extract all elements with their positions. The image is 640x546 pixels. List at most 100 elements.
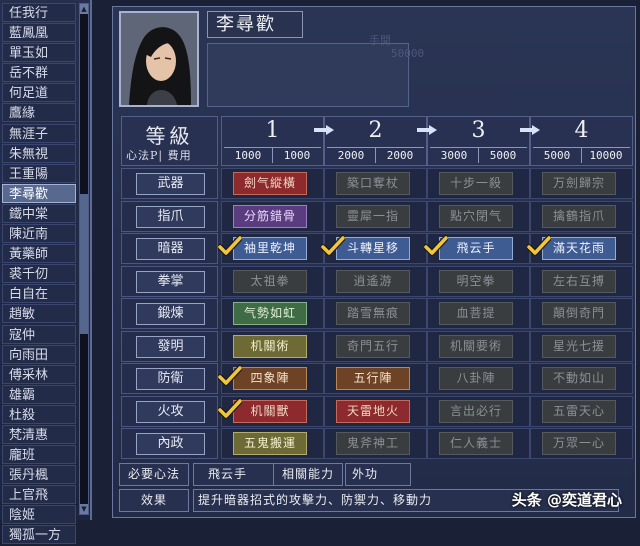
character-list-item[interactable]: 藍鳳凰 (2, 23, 76, 43)
character-list-item[interactable]: 何足道 (2, 83, 76, 103)
category-label[interactable]: 武器 (136, 173, 205, 195)
category-cell: 指爪 (121, 200, 218, 232)
category-label[interactable]: 指爪 (136, 205, 205, 228)
character-list-item[interactable]: 鐵中棠 (2, 203, 76, 223)
skill-button[interactable]: 奇門五行 (336, 334, 410, 358)
watermark: 头条 @奕道君心 (511, 491, 622, 509)
skill-button[interactable]: 五鬼搬運 (233, 432, 307, 455)
scroll-down-icon[interactable]: ▼ (80, 504, 88, 514)
skill-button[interactable]: 逍遙游 (336, 269, 410, 293)
skill-button[interactable]: 築口奪杖 (336, 172, 410, 195)
checkmark-icon (321, 235, 345, 256)
skill-button[interactable]: 劍气縱橫 (233, 172, 307, 195)
skill-button[interactable]: 机關術 (233, 334, 307, 358)
character-list-item[interactable]: 陳近南 (2, 224, 76, 244)
scrollbar-thumb[interactable] (80, 194, 88, 334)
skill-button[interactable]: 气勢如虹 (233, 302, 307, 325)
skill-button[interactable]: 血菩提 (439, 302, 513, 325)
skill-cell: 斗轉星移 (321, 233, 427, 264)
character-list-item[interactable]: 王重陽 (2, 163, 76, 183)
character-list-item[interactable]: 裘千仞 (2, 264, 76, 284)
character-list-item[interactable]: 上官飛 (2, 485, 76, 505)
category-label[interactable]: 火攻 (136, 400, 205, 423)
level-column-header: 3 3000 5000 (427, 116, 530, 166)
character-list-item[interactable]: 李尋歡 (2, 183, 76, 203)
character-list-item[interactable]: 傅采林 (2, 364, 76, 384)
skill-button[interactable]: 飛云手 (439, 237, 513, 260)
character-list-item[interactable]: 單玉如 (2, 43, 76, 63)
skill-button[interactable]: 万眾一心 (542, 432, 616, 455)
scroll-up-icon[interactable]: ▲ (80, 4, 88, 14)
skill-button[interactable]: 靈犀一指 (336, 204, 410, 228)
character-list-item[interactable]: 白自在 (2, 284, 76, 304)
faded-value: 50000 (391, 47, 425, 60)
level-costs: 2000 2000 (327, 147, 424, 163)
category-label[interactable]: 發明 (136, 335, 205, 358)
skill-button[interactable]: 擒鶴指爪 (542, 204, 616, 228)
character-list-item[interactable]: 無涯子 (2, 123, 76, 143)
faded-label: 手開 (369, 34, 391, 47)
skill-button[interactable]: 万劍歸宗 (542, 172, 616, 195)
character-list-item[interactable]: 鷹緣 (2, 103, 76, 123)
skill-cell: 机關要術 (427, 330, 530, 362)
character-list-item[interactable]: 梵清惠 (2, 424, 76, 444)
skill-cell: 机關術 (221, 330, 324, 362)
skill-cell: 四象陣 (218, 363, 324, 394)
skill-button[interactable]: 分筋錯骨 (233, 204, 307, 228)
skill-cell: 十步一殺 (427, 168, 530, 199)
character-list-item[interactable]: 岳不群 (2, 63, 76, 83)
character-list-item[interactable]: 趙敏 (2, 304, 76, 324)
skill-cell: 五行陣 (324, 363, 427, 394)
character-list-item[interactable]: 雄霸 (2, 384, 76, 404)
skill-button[interactable]: 星光七援 (542, 334, 616, 358)
skill-cell: 袖里乾坤 (218, 233, 324, 264)
character-list-item[interactable]: 黃藥師 (2, 244, 76, 264)
skill-button[interactable]: 踏雪無痕 (336, 302, 410, 325)
skill-button[interactable]: 斗轉星移 (336, 237, 410, 260)
scrollbar[interactable]: ▲ ▼ (79, 3, 89, 515)
skill-cell: 擒鶴指爪 (530, 200, 633, 232)
character-list-item[interactable]: 龐班 (2, 445, 76, 465)
skill-button[interactable]: 天雷地火 (336, 399, 410, 423)
skill-cell: 万眾一心 (530, 428, 633, 459)
skill-button[interactable]: 机關獸 (233, 399, 307, 423)
character-list-item[interactable]: 向雨田 (2, 344, 76, 364)
skill-button[interactable]: 八卦陣 (439, 367, 513, 390)
skill-button[interactable]: 滿天花雨 (542, 237, 616, 260)
skill-button[interactable]: 太祖拳 (233, 269, 307, 293)
character-list-item[interactable]: 任我行 (2, 3, 76, 22)
skill-cell: 万劍歸宗 (530, 168, 633, 199)
required-skill-value: 飛云手 (193, 463, 275, 486)
skill-button[interactable]: 點穴閉气 (439, 204, 513, 228)
skill-button[interactable]: 机關要術 (439, 334, 513, 358)
skill-button[interactable]: 五行陣 (336, 367, 410, 390)
category-label[interactable]: 鍛煉 (136, 303, 205, 325)
skill-cell: 踏雪無痕 (324, 298, 427, 329)
level-header: 等級 心法P| 費用 (121, 116, 218, 166)
category-label[interactable]: 防衛 (136, 368, 205, 390)
skill-button[interactable]: 鬼斧神工 (336, 432, 410, 455)
skill-button[interactable]: 袖里乾坤 (233, 237, 307, 260)
character-list-item[interactable]: 獨孤一方 (2, 525, 76, 545)
skill-button[interactable]: 左右互搏 (542, 269, 616, 293)
skill-button[interactable]: 十步一殺 (439, 172, 513, 195)
skill-button[interactable]: 顛倒奇門 (542, 302, 616, 325)
category-label[interactable]: 內政 (136, 433, 205, 455)
skill-button[interactable]: 不動如山 (542, 367, 616, 390)
character-list-panel: 任我行 藍鳳凰 單玉如 岳不群 何足道 鷹緣 無涯子 朱無視 王重陽 李尋歡 鐵中棠 陳近南 黃藥師 裘千… (0, 0, 92, 545)
character-list-item[interactable]: 朱無視 (2, 143, 76, 163)
skill-cell: 鬼斧神工 (324, 428, 427, 459)
category-label[interactable]: 暗器 (136, 238, 205, 260)
skill-button[interactable]: 明空拳 (439, 269, 513, 293)
skill-button[interactable]: 五雷天心 (542, 399, 616, 423)
character-list-item[interactable]: 陰姬 (2, 505, 76, 525)
skill-cell: 血菩提 (427, 298, 530, 329)
character-list-item[interactable]: 寇仲 (2, 324, 76, 344)
skill-button[interactable]: 四象陣 (233, 367, 307, 390)
skill-button[interactable]: 仁人義士 (439, 432, 513, 455)
category-label[interactable]: 拳掌 (136, 270, 205, 293)
character-list-item[interactable]: 杜殺 (2, 404, 76, 424)
skill-button[interactable]: 言出必行 (439, 399, 513, 423)
character-list-item[interactable]: 張丹楓 (2, 465, 76, 485)
skill-cell: 五雷天心 (530, 395, 633, 427)
